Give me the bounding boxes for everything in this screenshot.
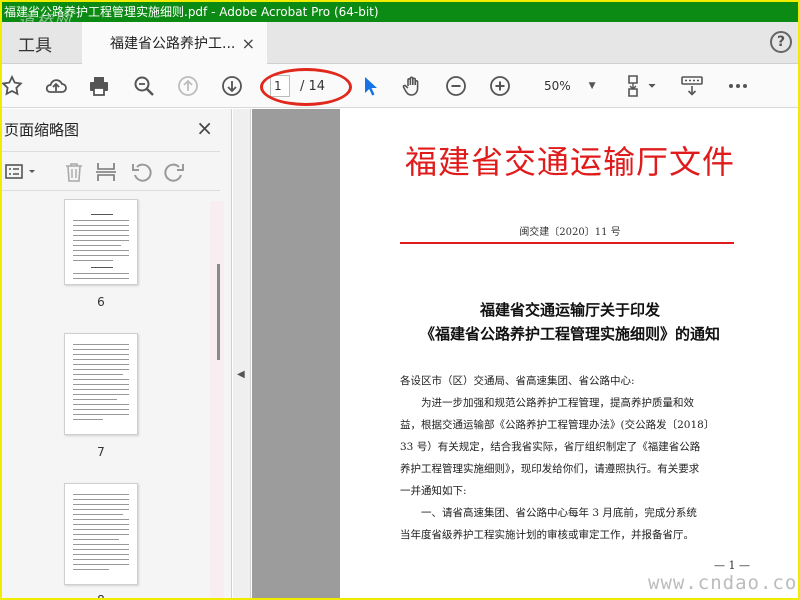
page-thumbnail[interactable] xyxy=(64,333,138,435)
tab-document-label: 福建省公路养护工... xyxy=(110,36,236,52)
help-icon[interactable]: ? xyxy=(770,31,792,53)
select-arrow-icon[interactable] xyxy=(356,72,384,100)
zoom-in-icon[interactable] xyxy=(486,72,514,100)
tab-close-icon[interactable]: × xyxy=(242,34,255,53)
page-thumbnail[interactable] xyxy=(64,483,138,585)
panel-close-icon[interactable]: × xyxy=(196,116,213,140)
delete-icon[interactable] xyxy=(62,160,86,184)
tab-document[interactable]: 福建省公路养护工... × xyxy=(82,22,267,64)
document-viewport: 福建省交通运输厅文件 闽交建〔2020〕11 号 福建省交通运输厅关于印发 《福… xyxy=(252,109,798,598)
chevron-down-icon: ▼ xyxy=(588,81,596,91)
body-line: 一、请省高速集团、省公路中心每年 3 月底前，完成分系统 xyxy=(400,507,697,519)
body-line: 养护工程管理实施细则》，现印发给你们，请遵照执行。有关要求 xyxy=(400,463,700,475)
tab-tools[interactable]: 工具 xyxy=(2,22,82,64)
thumbnail-label: 6 xyxy=(97,295,105,309)
body-line: 为进一步加强和规范公路养护工程管理，提高养护质量和效 xyxy=(400,397,694,409)
document-header: 福建省交通运输厅文件 xyxy=(404,143,735,181)
scrollbar-thumb[interactable] xyxy=(217,264,220,360)
options-menu-icon[interactable] xyxy=(4,160,40,184)
star-icon[interactable] xyxy=(2,72,26,100)
title-bar: 福建省公路养护工程管理实施细则.pdf - Adobe Acrobat Pro … xyxy=(2,2,798,22)
header-rule xyxy=(400,242,734,244)
toolbar: 1 / 14 50% ▼ xyxy=(2,64,798,108)
body-line: 33 号）有关规定，结合我省实际，省厅组织制定了《福建省公路 xyxy=(400,441,701,453)
thumbnails-panel: 页面缩略图 × 6 7 8 xyxy=(2,109,232,600)
highlight-ellipse xyxy=(260,68,352,106)
zoom-level-select[interactable]: 50% ▼ xyxy=(532,74,604,98)
acrobat-window: 福建省公路养护工程管理实施细则.pdf - Adobe Acrobat Pro … xyxy=(0,0,800,600)
panel-title: 页面缩略图 xyxy=(4,121,80,139)
tab-bar: 工具 福建省公路养护工... × ? xyxy=(2,22,798,64)
thumbnail-list: 6 7 8 xyxy=(2,199,210,600)
document-title-line1: 福建省交通运输厅关于印发 xyxy=(479,301,660,319)
pdf-page: 福建省交通运输厅文件 闽交建〔2020〕11 号 福建省交通运输厅关于印发 《福… xyxy=(340,109,798,598)
collapse-arrow-icon[interactable]: ◀ xyxy=(237,369,245,380)
thumbnail-label: 8 xyxy=(97,593,105,600)
page-down-icon[interactable] xyxy=(218,72,246,100)
upload-icon[interactable] xyxy=(42,72,70,100)
print-icon[interactable] xyxy=(85,72,113,100)
thumbnail-label: 7 xyxy=(97,445,105,459)
fit-page-icon[interactable] xyxy=(622,72,662,100)
hand-icon[interactable] xyxy=(398,72,426,100)
page-up-icon[interactable] xyxy=(174,72,202,100)
extract-page-icon[interactable] xyxy=(94,160,118,184)
body-line: 益，根据交通运输部《公路养护工程管理办法》(交公路发〔2018〕 xyxy=(400,419,715,431)
body-line: 一并通知如下: xyxy=(400,485,467,497)
zoom-level: 50% xyxy=(544,79,571,93)
body-line: 当年度省级养护工程实施计划的审核或审定工作，并报备省厅。 xyxy=(400,529,694,541)
window-title: 福建省公路养护工程管理实施细则.pdf - Adobe Acrobat Pro … xyxy=(4,5,379,19)
rotate-left-icon[interactable] xyxy=(130,160,154,184)
scroll-mode-icon[interactable] xyxy=(678,72,706,100)
page-footer-number: — 1 — xyxy=(714,559,750,572)
watermark-bottom: www.cndao.com xyxy=(648,572,800,594)
more-icon[interactable] xyxy=(724,72,752,100)
page-thumbnail[interactable] xyxy=(64,199,138,285)
body-line: 各设区市（区）交通局、省高速集团、省公路中心: xyxy=(400,375,635,387)
zoom-out-icon[interactable] xyxy=(442,72,470,100)
panel-toolbar xyxy=(2,151,220,191)
panel-collapse-bar[interactable]: ◀ xyxy=(233,109,251,598)
document-number: 闽交建〔2020〕11 号 xyxy=(519,227,621,238)
rotate-right-icon[interactable] xyxy=(162,160,186,184)
document-title-line2: 《福建省公路养护工程管理实施细则》的通知 xyxy=(419,325,720,343)
zoom-search-icon[interactable] xyxy=(130,72,158,100)
thumbnail-scrollbar[interactable] xyxy=(210,201,224,598)
